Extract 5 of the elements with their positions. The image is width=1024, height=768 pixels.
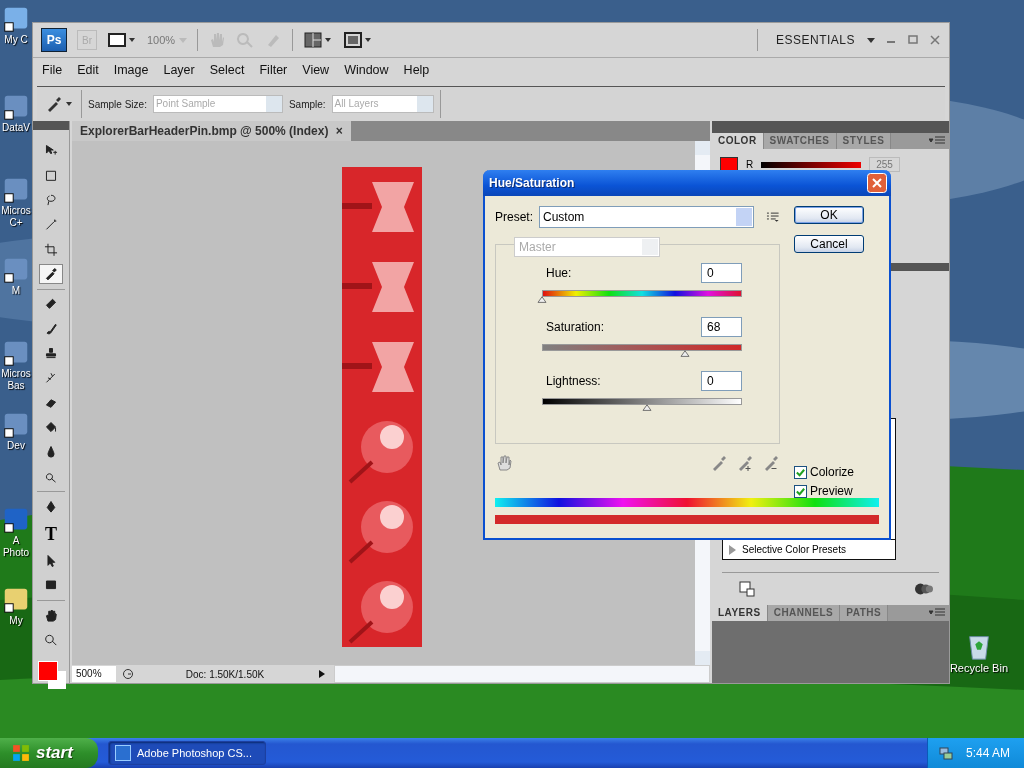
- start-button[interactable]: start: [0, 738, 98, 768]
- network-icon[interactable]: [937, 745, 954, 761]
- windows-logo-icon: [12, 744, 30, 762]
- taskbar-button[interactable]: Adobe Photoshop CS...: [108, 741, 266, 765]
- clock: 5:44 AM: [965, 746, 1010, 760]
